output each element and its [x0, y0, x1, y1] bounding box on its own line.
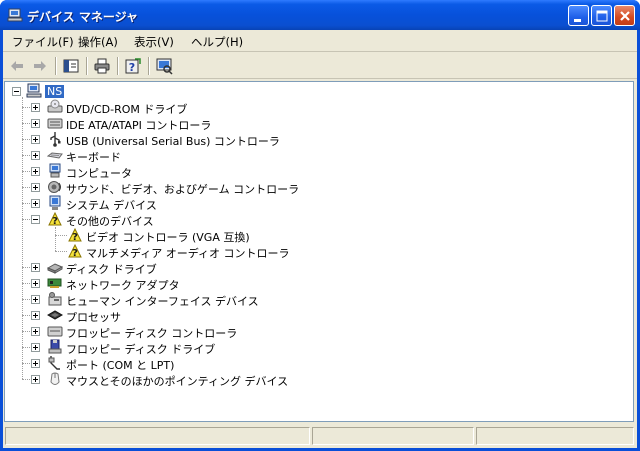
toggle-plus-bar [35, 137, 36, 142]
toggle-plus-bar [35, 281, 36, 286]
keyboard-icon [47, 152, 63, 159]
expand-toggle[interactable] [31, 327, 40, 336]
device-tree[interactable]: NS DVD/CD-ROM ドライブ IDE ATA/ATAPI コントローラ USB… [4, 81, 634, 422]
close-icon [620, 11, 630, 21]
toggle-plus-bar [35, 153, 36, 158]
expand-toggle[interactable] [31, 119, 40, 128]
disk-drive-icon [47, 263, 63, 274]
expand-toggle[interactable] [31, 279, 40, 288]
computer-root-icon [26, 83, 42, 98]
window-frame: ファイル(F) 操作(A) 表示(V) ヘルプ(H) ? NS DVD/CD-R… [3, 30, 637, 448]
toolbar-separator [55, 57, 57, 75]
scan-hardware-icon[interactable] [155, 57, 173, 75]
system-device-icon [49, 195, 61, 210]
svg-text:?: ? [72, 248, 78, 259]
toggle-plus-bar [35, 201, 36, 206]
toggle-plus-bar [35, 377, 36, 382]
processor-icon [47, 310, 63, 320]
toggle-plus-bar [35, 105, 36, 110]
maximize-icon [596, 10, 608, 22]
floppy-drive-icon [48, 339, 62, 354]
menu-bar: ファイル(F) 操作(A) 表示(V) ヘルプ(H) [3, 30, 637, 52]
expand-toggle[interactable] [31, 151, 40, 160]
minimize-button[interactable] [568, 5, 589, 26]
status-panel [5, 427, 310, 445]
expand-toggle[interactable] [31, 263, 40, 272]
ide-controller-icon [47, 118, 63, 129]
tree-root[interactable] [5, 82, 625, 98]
floppy-controller-icon [47, 326, 63, 337]
expand-toggle[interactable] [31, 295, 40, 304]
menu-view[interactable]: 表示(V) [134, 34, 174, 50]
window-title: デバイス マネージャ [27, 10, 138, 24]
device-manager-window: デバイス マネージャ ファイル(F) 操作(A) 表示(V) ヘルプ(H) ? … [0, 0, 640, 451]
print-icon[interactable] [93, 57, 111, 75]
tree-connector-line [55, 227, 56, 251]
back-arrow-icon[interactable] [8, 57, 26, 75]
toolbar-separator [148, 57, 150, 75]
unknown-device-icon: ? [48, 211, 62, 227]
unknown-device-icon: ? [68, 227, 82, 243]
toggle-minus-bar [33, 219, 38, 220]
forward-arrow-icon[interactable] [31, 57, 49, 75]
show-hide-tree-icon[interactable] [62, 57, 80, 75]
menu-help[interactable]: ヘルプ(H) [191, 34, 243, 50]
computer-icon [49, 163, 61, 178]
dvd-drive-icon [47, 99, 63, 113]
toggle-plus-bar [35, 313, 36, 318]
sound-icon [48, 181, 61, 193]
toggle-plus-bar [35, 185, 36, 190]
expand-toggle[interactable] [31, 167, 40, 176]
toggle-minus-bar [14, 91, 19, 92]
toggle-plus-bar [35, 265, 36, 270]
status-panel [312, 427, 474, 445]
close-button[interactable] [614, 5, 635, 26]
expand-toggle[interactable] [31, 311, 40, 320]
hid-icon [48, 292, 62, 306]
mouse-icon [50, 372, 60, 385]
collapse-toggle[interactable] [31, 215, 40, 224]
tree-connector-line [55, 251, 67, 252]
network-adapter-icon [47, 278, 62, 288]
device-manager-app-icon [7, 8, 23, 22]
expand-toggle[interactable] [31, 359, 40, 368]
svg-text:?: ? [129, 61, 135, 74]
tree-connector-line [55, 235, 67, 236]
toolbar-separator [117, 57, 119, 75]
expand-toggle[interactable] [31, 103, 40, 112]
unknown-device-icon: ? [68, 243, 82, 259]
help-icon[interactable]: ? [124, 57, 142, 75]
toggle-plus-bar [35, 329, 36, 334]
tree-item-label: マウスとそのほかのポインティング デバイス [66, 375, 289, 388]
expand-toggle[interactable] [31, 199, 40, 208]
minimize-icon [574, 19, 581, 22]
svg-text:?: ? [52, 216, 58, 227]
toggle-plus-bar [35, 297, 36, 302]
toolbar: ? [3, 53, 637, 79]
expand-toggle[interactable] [31, 375, 40, 384]
collapse-toggle[interactable] [12, 87, 21, 96]
toggle-plus-bar [35, 361, 36, 366]
usb-icon [50, 132, 61, 147]
title-bar[interactable]: デバイス マネージャ [0, 0, 640, 30]
maximize-button[interactable] [591, 5, 612, 26]
port-icon [48, 356, 60, 370]
status-bar [3, 424, 637, 448]
toolbar-separator [86, 57, 88, 75]
expand-toggle[interactable] [31, 135, 40, 144]
menu-action[interactable]: 操作(A) [78, 34, 118, 50]
toggle-plus-bar [35, 121, 36, 126]
menu-file[interactable]: ファイル(F) [12, 34, 74, 50]
tree-item-label: NS [45, 85, 65, 98]
svg-text:?: ? [72, 232, 78, 243]
toggle-plus-bar [35, 169, 36, 174]
expand-toggle[interactable] [31, 183, 40, 192]
toggle-plus-bar [35, 345, 36, 350]
status-panel [476, 427, 634, 445]
expand-toggle[interactable] [31, 343, 40, 352]
tree-connector-line [22, 97, 23, 379]
